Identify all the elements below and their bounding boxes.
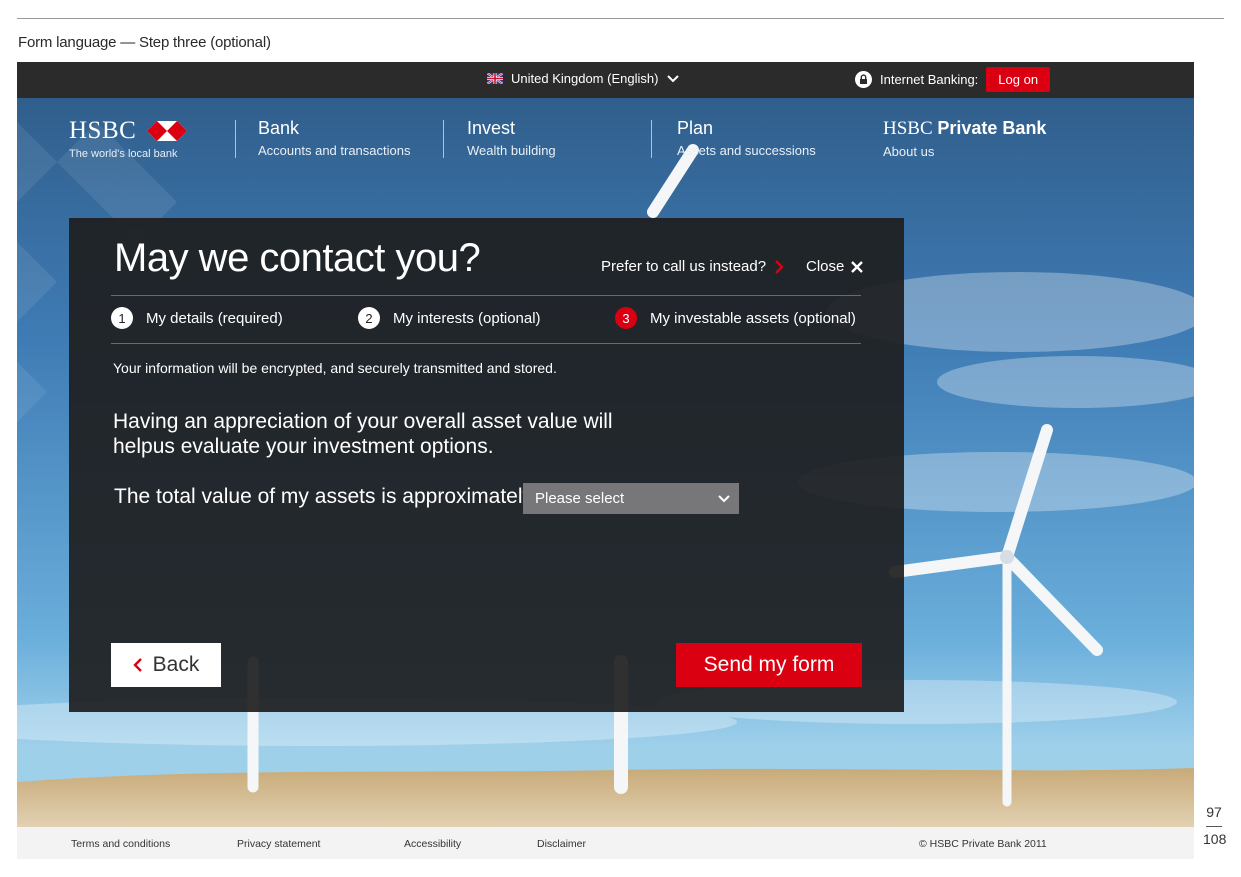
- select-value: Please select: [535, 490, 625, 507]
- hsbc-logo[interactable]: HSBC The world's local bank: [69, 117, 187, 160]
- footer-copyright: © HSBC Private Bank 2011: [919, 838, 1047, 850]
- private-bank-title-bold: Private Bank: [937, 118, 1047, 138]
- step-number: 3: [615, 307, 637, 329]
- logo-wordmark: HSBC: [69, 117, 137, 144]
- chevron-left-icon: [132, 658, 142, 672]
- footer-link-terms[interactable]: Terms and conditions: [71, 838, 170, 850]
- hsbc-hexagon-icon: [146, 121, 187, 141]
- nav-item-subtitle: Accounts and transactions: [258, 143, 411, 158]
- page-rule: [17, 18, 1224, 19]
- nav-divider: [235, 120, 236, 158]
- nav-item-bank[interactable]: Bank Accounts and transactions: [258, 118, 410, 158]
- nav-item-invest[interactable]: Invest Wealth building: [467, 118, 556, 158]
- document-caption: Form language — Step three (optional): [18, 34, 271, 51]
- back-label: Back: [152, 653, 200, 676]
- private-bank-title-main: HSBC: [883, 118, 933, 139]
- divider: [111, 343, 861, 344]
- step-3-active[interactable]: 3 My investable assets (optional): [615, 307, 856, 329]
- locale-selector[interactable]: United Kingdom (English): [487, 71, 680, 86]
- nav-item-subtitle: Assets and successions: [677, 143, 816, 158]
- assets-value-select[interactable]: Please select: [523, 483, 739, 514]
- footer: Terms and conditions Privacy statement A…: [17, 827, 1194, 859]
- locale-label: United Kingdom (English): [511, 71, 659, 86]
- step-label: My investable assets (optional): [650, 309, 856, 327]
- chevron-down-icon: [718, 495, 730, 503]
- nav-item-title: Bank: [258, 118, 300, 138]
- page-number: 97 108: [1203, 804, 1227, 847]
- internet-banking: Internet Banking: Log on: [855, 67, 1051, 92]
- close-button[interactable]: Close: [806, 258, 864, 275]
- nav-item-title: Plan: [677, 118, 714, 138]
- assets-field-label: The total value of my assets is approxim…: [114, 485, 534, 508]
- nav-item-private-bank[interactable]: HSBC Private Bank About us: [883, 118, 1046, 159]
- nav-item-title: Invest: [467, 118, 516, 138]
- uk-flag-icon: [487, 73, 503, 84]
- form-intro-text: Having an appreciation of your overall a…: [113, 410, 613, 458]
- step-1[interactable]: 1 My details (required): [111, 307, 283, 329]
- step-label: My interests (optional): [393, 309, 541, 327]
- chevron-right-icon: [775, 259, 784, 274]
- lock-icon: [855, 71, 872, 88]
- footer-link-accessibility[interactable]: Accessibility: [404, 838, 461, 850]
- security-note: Your information will be encrypted, and …: [113, 360, 557, 376]
- nav-divider: [651, 120, 652, 158]
- nav-item-subtitle: About us: [883, 144, 935, 159]
- step-2[interactable]: 2 My interests (optional): [358, 307, 541, 329]
- top-bar: United Kingdom (English) Internet Bankin…: [17, 62, 1194, 98]
- step-number: 1: [111, 307, 133, 329]
- divider: [111, 295, 861, 296]
- page-number-divider: [1206, 826, 1222, 827]
- nav-divider: [443, 120, 444, 158]
- website-screenshot: United Kingdom (English) Internet Bankin…: [17, 62, 1194, 859]
- back-button[interactable]: Back: [111, 643, 221, 687]
- internet-banking-label: Internet Banking:: [880, 72, 979, 87]
- close-icon: [851, 260, 864, 273]
- log-on-button[interactable]: Log on: [986, 67, 1051, 92]
- page-number-total: 108: [1203, 831, 1227, 847]
- logo-tagline: The world's local bank: [69, 148, 178, 160]
- call-us-link[interactable]: Prefer to call us instead?: [601, 258, 784, 275]
- step-number: 2: [358, 307, 380, 329]
- private-bank-title: HSBC Private Bank: [883, 118, 1046, 140]
- call-us-label: Prefer to call us instead?: [601, 258, 767, 275]
- page-number-current: 97: [1206, 804, 1222, 820]
- form-title: May we contact you?: [114, 236, 481, 280]
- footer-link-privacy[interactable]: Privacy statement: [237, 838, 320, 850]
- chevron-down-icon: [667, 74, 680, 82]
- step-label: My details (required): [146, 309, 283, 327]
- footer-link-disclaimer[interactable]: Disclaimer: [537, 838, 586, 850]
- contact-form-panel: May we contact you? Prefer to call us in…: [69, 218, 904, 712]
- close-label: Close: [806, 258, 845, 275]
- nav-item-plan[interactable]: Plan Assets and successions: [677, 118, 816, 158]
- send-form-button[interactable]: Send my form: [676, 643, 862, 687]
- nav-item-subtitle: Wealth building: [467, 143, 556, 158]
